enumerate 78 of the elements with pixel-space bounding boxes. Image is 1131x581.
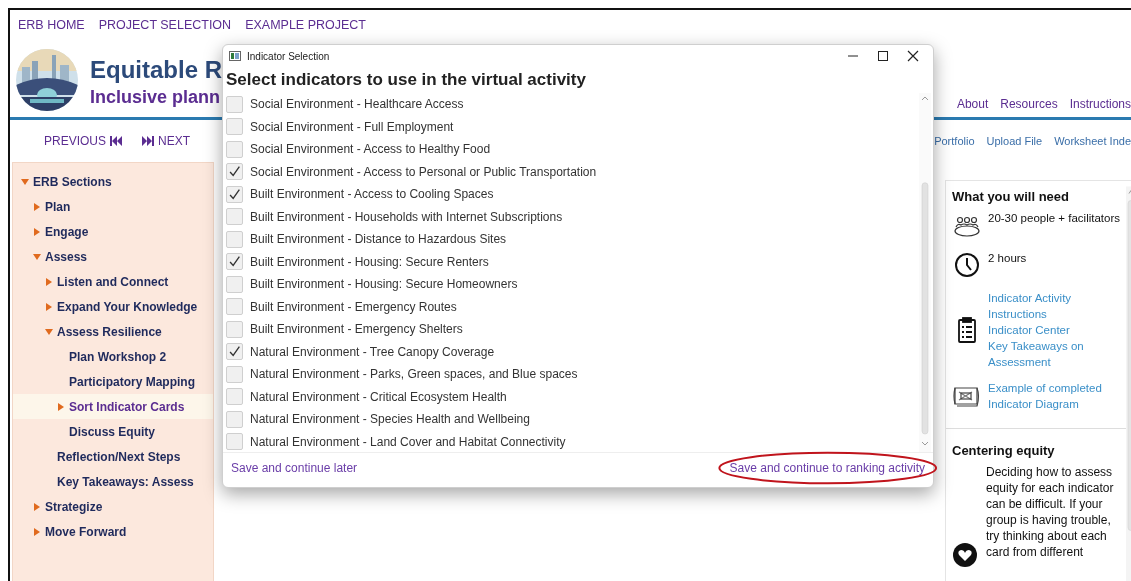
checkbox-label: Social Environment - Access to Healthy Food bbox=[250, 142, 491, 157]
tree-item[interactable]: Assess Resilience bbox=[57, 324, 162, 339]
panel-heading: What you will need bbox=[952, 189, 1070, 204]
app-title: Equitable R bbox=[90, 55, 222, 85]
checkbox-label: Natural Environment - Parks, Green spaces, and Blue spaces bbox=[250, 367, 578, 382]
tree-item[interactable]: Expand Your Knowledge bbox=[57, 299, 198, 314]
checkbox-label: Built Environment - Emergency Routes bbox=[250, 299, 457, 314]
action-link[interactable]: Save and continue later bbox=[231, 461, 358, 475]
tool-link[interactable]: Upload File bbox=[986, 135, 1043, 147]
tree-item[interactable]: Plan Workshop 2 bbox=[69, 349, 167, 364]
header-link[interactable]: Instructions bbox=[1069, 97, 1131, 111]
tree-item[interactable]: Participatory Mapping bbox=[69, 374, 196, 389]
header-link[interactable]: About bbox=[956, 97, 989, 111]
checkbox[interactable] bbox=[226, 140, 243, 158]
checkbox-label: Natural Environment - Species Health and Wellbeing bbox=[250, 412, 530, 427]
checkbox[interactable] bbox=[226, 118, 243, 136]
previous-link[interactable]: PREVIOUS bbox=[44, 134, 122, 148]
checkbox[interactable] bbox=[226, 365, 243, 383]
checkbox-label: Natural Environment - Land Cover and Habitat Connectivity bbox=[250, 434, 566, 449]
tree-item[interactable]: Key Takeaways: Assess bbox=[57, 474, 194, 489]
checkbox[interactable] bbox=[226, 185, 243, 203]
tree-item[interactable]: ERB Sections bbox=[33, 174, 112, 189]
skip-forward-icon bbox=[142, 136, 154, 146]
tree-item[interactable]: Plan bbox=[45, 199, 71, 214]
checkbox-label: Built Environment - Housing: Secure Homeowners bbox=[250, 277, 518, 292]
close-icon[interactable] bbox=[907, 50, 919, 62]
checkbox-label: Natural Environment - Tree Canopy Coverage bbox=[250, 344, 495, 359]
resource-link[interactable]: Indicator Center bbox=[988, 322, 1126, 338]
tool-link[interactable]: Worksheet Inde bbox=[1054, 135, 1131, 147]
tree-item[interactable]: Listen and Connect bbox=[57, 274, 169, 289]
dialog-heading: Select indicators to use in the virtual activity bbox=[226, 70, 587, 90]
checkbox[interactable] bbox=[226, 230, 243, 248]
checkbox[interactable] bbox=[226, 343, 243, 361]
tree-item[interactable]: Sort Indicator Cards bbox=[69, 399, 185, 414]
app-subtitle: Inclusive plann bbox=[90, 86, 222, 109]
tip-paragraph: Deciding how to assess equity for each indicator can be difficult. If your group is having trouble, try thinking about each card from different bbox=[986, 464, 1115, 560]
resource-link[interactable]: Example of completed Indicator Diagram bbox=[988, 380, 1126, 412]
checkbox-label: Social Environment - Access to Personal or Public Transportation bbox=[250, 164, 597, 179]
tree-item[interactable]: Reflection/Next Steps bbox=[57, 449, 181, 464]
nav-link[interactable]: EXAMPLE PROJECT bbox=[245, 18, 366, 38]
skip-back-icon bbox=[110, 136, 122, 146]
next-link[interactable]: NEXT bbox=[142, 134, 191, 148]
window-icon bbox=[229, 51, 241, 61]
checkbox[interactable] bbox=[226, 163, 243, 181]
checkbox-label: Social Environment - Healthcare Access bbox=[250, 97, 464, 112]
requirement-text: 20-30 people + facilitators bbox=[988, 211, 1120, 226]
requirement-text: 2 hours bbox=[988, 251, 1027, 266]
resource-link[interactable]: Indicator Activity Instructions bbox=[988, 290, 1126, 322]
nav-link[interactable]: PROJECT SELECTION bbox=[98, 18, 232, 38]
checkbox-label: Natural Environment - Critical Ecosystem Health bbox=[250, 389, 507, 404]
checkbox-label: Built Environment - Emergency Shelters bbox=[250, 322, 463, 337]
resource-link[interactable]: Key Takeaways on Assessment bbox=[988, 338, 1126, 370]
tree-item[interactable]: Discuss Equity bbox=[69, 424, 156, 439]
clock-icon bbox=[952, 250, 982, 280]
checkbox[interactable] bbox=[226, 298, 243, 316]
nav-link[interactable]: ERB HOME bbox=[18, 18, 85, 38]
checkbox[interactable] bbox=[226, 320, 243, 338]
tree-item[interactable]: Move Forward bbox=[45, 524, 127, 539]
checkbox-label: Social Environment - Full Employment bbox=[250, 119, 454, 134]
header-link[interactable]: Resources bbox=[1000, 97, 1058, 111]
checkbox-label: Built Environment - Households with Internet Subscriptions bbox=[250, 209, 563, 224]
checkbox[interactable] bbox=[226, 410, 243, 428]
checkbox[interactable] bbox=[226, 95, 243, 113]
tree-item[interactable]: Assess bbox=[45, 249, 88, 264]
maximize-icon[interactable] bbox=[877, 50, 889, 62]
dialog-title: Indicator Selection bbox=[247, 50, 330, 62]
checkbox[interactable] bbox=[226, 275, 243, 293]
checkbox[interactable] bbox=[226, 208, 243, 226]
checkbox[interactable] bbox=[226, 388, 243, 406]
checkbox-label: Built Environment - Access to Cooling Spaces bbox=[250, 187, 494, 202]
tool-link[interactable]: Portfolio bbox=[934, 135, 975, 147]
tree-item[interactable]: Engage bbox=[45, 224, 89, 239]
checkbox[interactable] bbox=[226, 433, 243, 451]
checkbox-label: Built Environment - Distance to Hazardous Sites bbox=[250, 232, 507, 247]
section-heading: Centering equity bbox=[952, 443, 1056, 458]
tree-item[interactable]: Strategize bbox=[45, 499, 103, 514]
checkbox[interactable] bbox=[226, 253, 243, 271]
checkbox-label: Built Environment - Housing: Secure Renters bbox=[250, 254, 489, 269]
